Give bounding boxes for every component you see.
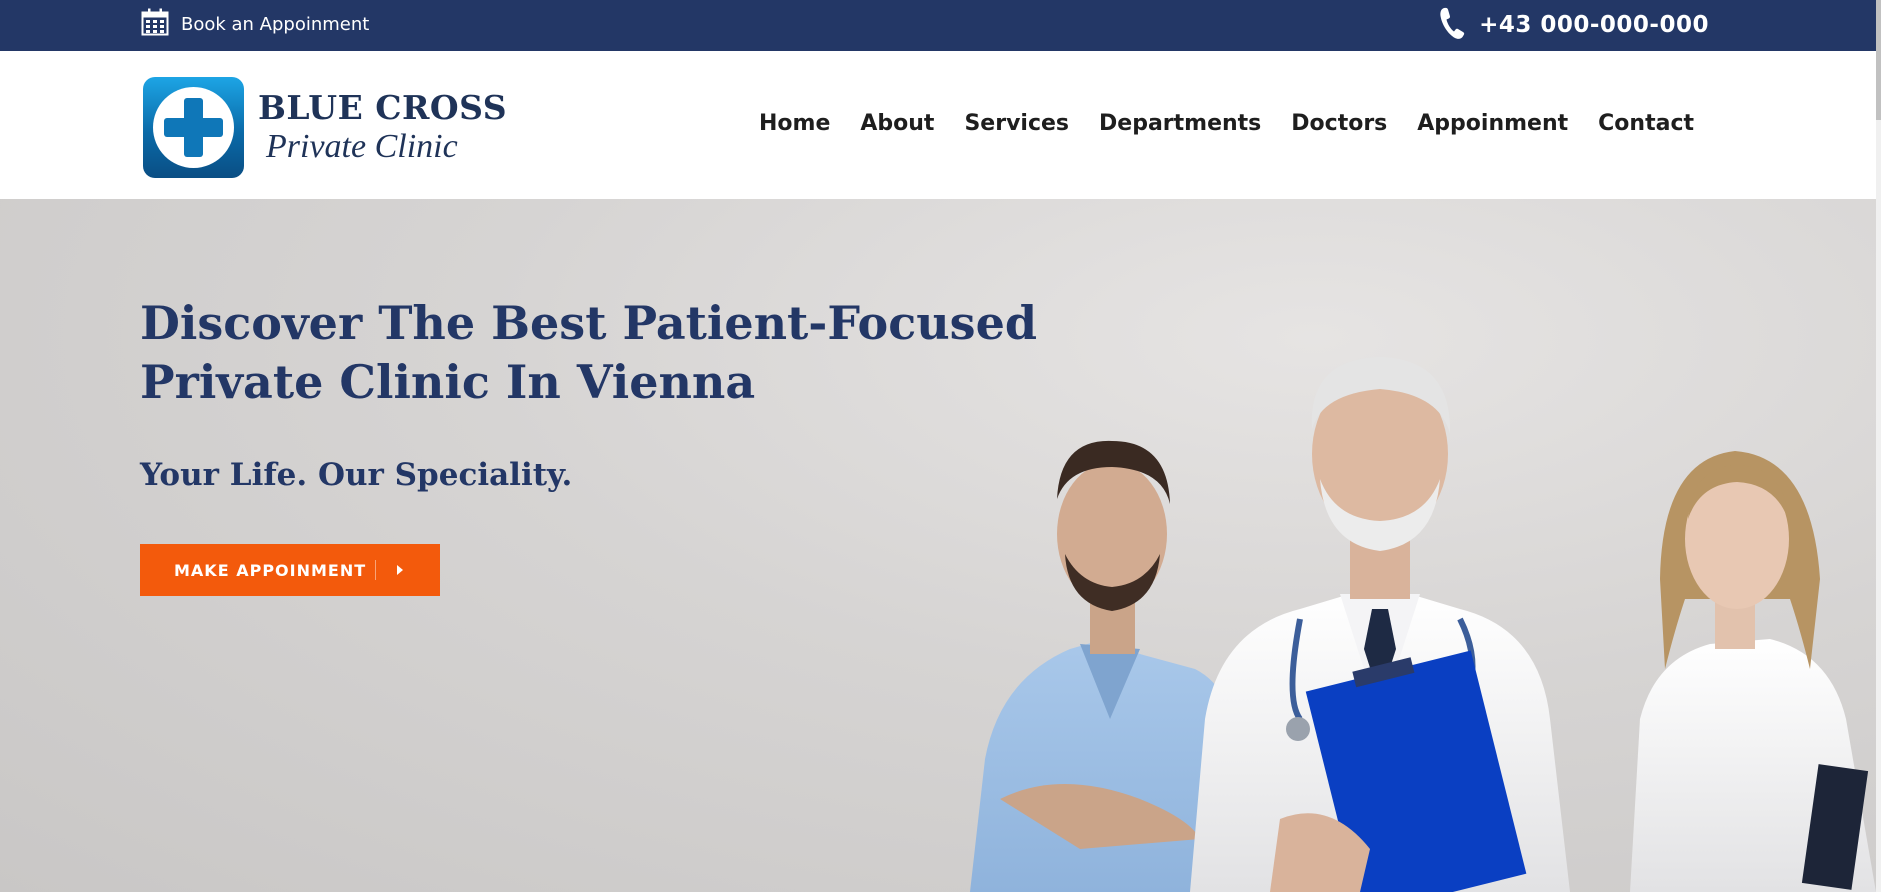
phone-contact[interactable]: +43 000-000-000 bbox=[1439, 6, 1709, 44]
nav-contact[interactable]: Contact bbox=[1598, 111, 1694, 136]
doctor-center bbox=[1190, 357, 1570, 892]
logo-text: BLUE CROSS Private Clinic bbox=[258, 87, 508, 167]
hero-title: Discover The Best Patient-Focused Privat… bbox=[140, 294, 1040, 412]
site-header: BLUE CROSS Private Clinic Home About Ser… bbox=[0, 51, 1876, 199]
book-appointment-label: Book an Appoinment bbox=[181, 13, 370, 35]
hero-title-line1: Discover The Best Patient-Focused bbox=[140, 296, 1037, 350]
nav-services[interactable]: Services bbox=[964, 111, 1069, 136]
phone-icon bbox=[1439, 6, 1465, 44]
nav-doctors[interactable]: Doctors bbox=[1291, 111, 1387, 136]
hero-title-line2: Private Clinic In Vienna bbox=[140, 355, 756, 409]
nav-about[interactable]: About bbox=[860, 111, 934, 136]
nav-home[interactable]: Home bbox=[759, 111, 830, 136]
make-appointment-button[interactable]: MAKE APPOINMENT bbox=[140, 544, 440, 596]
caret-right-icon bbox=[395, 562, 405, 582]
doctor-right bbox=[1630, 451, 1876, 892]
nav-appointment[interactable]: Appoinment bbox=[1417, 111, 1568, 136]
calendar-icon bbox=[141, 8, 169, 40]
button-divider bbox=[375, 560, 376, 580]
logo-title: BLUE CROSS bbox=[258, 87, 508, 127]
top-bar: Book an Appoinment +43 000-000-000 bbox=[0, 0, 1881, 51]
nav-departments[interactable]: Departments bbox=[1099, 111, 1261, 136]
make-appointment-label: MAKE APPOINMENT bbox=[174, 560, 367, 580]
doctors-photo bbox=[970, 357, 1876, 892]
hero-subtitle: Your Life. Our Speciality. bbox=[140, 457, 573, 493]
logo-subtitle: Private Clinic bbox=[266, 127, 458, 165]
book-appointment-link[interactable]: Book an Appoinment bbox=[141, 8, 369, 40]
site-logo[interactable]: BLUE CROSS Private Clinic bbox=[143, 77, 507, 178]
page-scrollbar[interactable] bbox=[1876, 0, 1881, 892]
main-nav: Home About Services Departments Doctors … bbox=[759, 111, 1694, 136]
scrollbar-thumb[interactable] bbox=[1876, 0, 1881, 120]
phone-number: +43 000-000-000 bbox=[1479, 12, 1709, 38]
cross-logo-icon bbox=[143, 77, 244, 178]
hero-section: Discover The Best Patient-Focused Privat… bbox=[0, 199, 1876, 892]
